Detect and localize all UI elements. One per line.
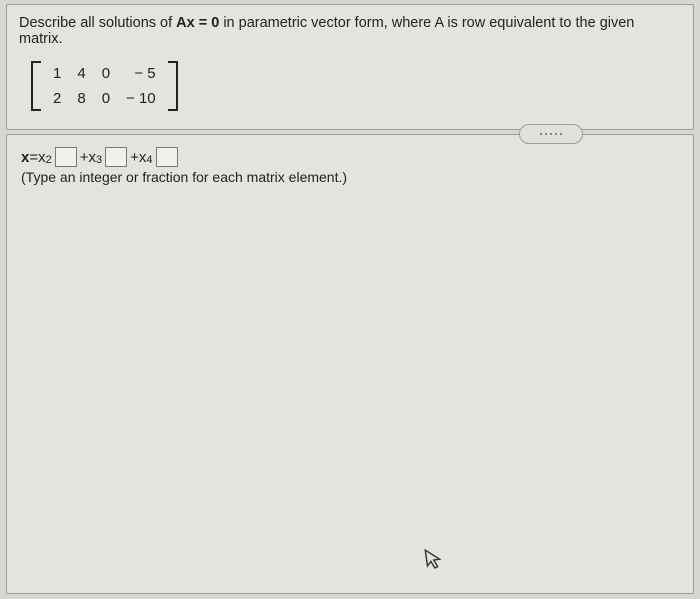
- answer-eq: =: [29, 149, 38, 166]
- matrix-cell: − 5: [118, 61, 164, 86]
- term3-sub: 4: [146, 154, 152, 166]
- answer-hint: (Type an integer or fraction for each ma…: [21, 169, 679, 185]
- prompt-text-pre: Describe all solutions of: [19, 15, 176, 31]
- matrix-cell: − 10: [118, 86, 164, 111]
- matrix-cell: 0: [94, 61, 118, 86]
- plus-1: +: [80, 149, 89, 166]
- vector-input-1[interactable]: [55, 147, 77, 167]
- matrix-cell: 4: [69, 61, 93, 86]
- answer-lhs: x: [21, 149, 29, 166]
- answer-card: x = x2 + x3 + x4 (Type an integer or fra…: [6, 134, 694, 594]
- term2-var: x: [89, 149, 97, 166]
- matrix-bracket-right: [168, 61, 178, 111]
- cursor-icon: [423, 546, 445, 578]
- vector-input-3[interactable]: [156, 147, 178, 167]
- drag-handle[interactable]: [519, 124, 583, 144]
- matrix-row: 2 8 0 − 10: [45, 86, 164, 111]
- question-prompt: Describe all solutions of Ax = 0 in para…: [19, 15, 681, 47]
- matrix-bracket-left: [31, 61, 41, 111]
- term3-var: x: [139, 149, 147, 166]
- matrix-cell: 1: [45, 61, 69, 86]
- matrix: 1 4 0 − 5 2 8 0 − 10: [31, 61, 178, 111]
- answer-expression: x = x2 + x3 + x4: [21, 147, 679, 167]
- term1-var: x: [38, 149, 46, 166]
- question-card: Describe all solutions of Ax = 0 in para…: [6, 4, 694, 130]
- matrix-cell: 2: [45, 86, 69, 111]
- plus-2: +: [130, 149, 139, 166]
- matrix-row: 1 4 0 − 5: [45, 61, 164, 86]
- matrix-cell: 8: [69, 86, 93, 111]
- matrix-table: 1 4 0 − 5 2 8 0 − 10: [45, 61, 164, 111]
- term2-sub: 3: [96, 154, 102, 166]
- matrix-cell: 0: [94, 86, 118, 111]
- vector-input-2[interactable]: [105, 147, 127, 167]
- prompt-equation: Ax = 0: [176, 15, 219, 31]
- term1-sub: 2: [46, 154, 52, 166]
